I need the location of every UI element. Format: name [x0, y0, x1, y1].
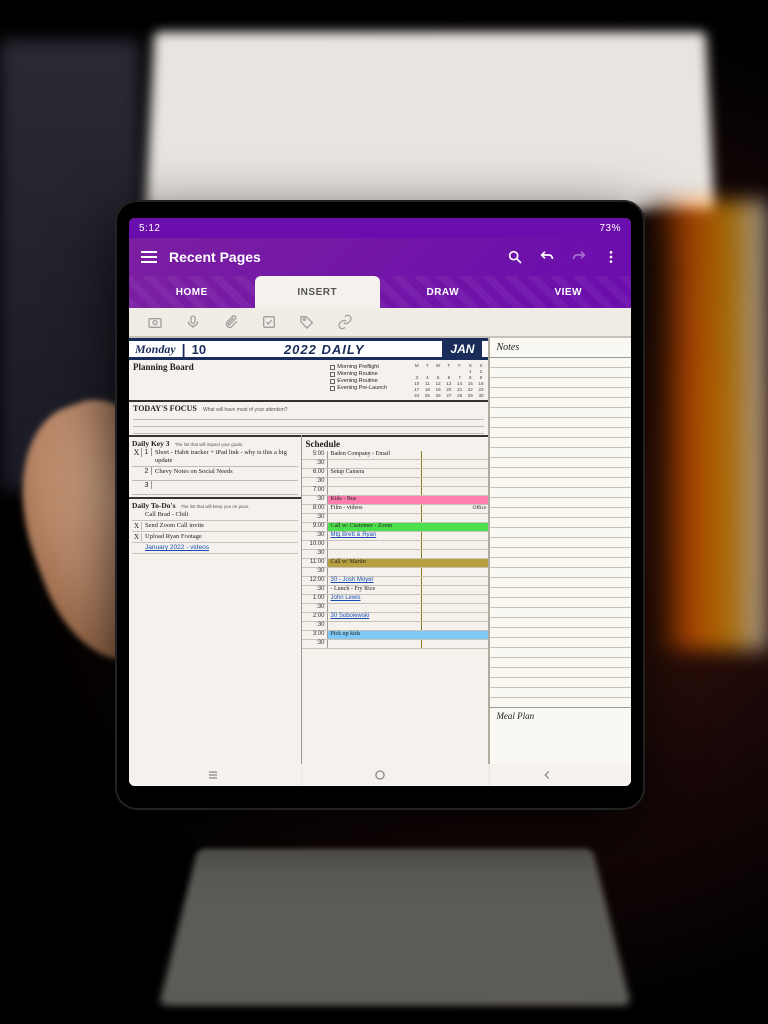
mic-icon[interactable] [185, 314, 201, 330]
tablet-screen: 5:12 73% Recent Pages H [129, 218, 631, 786]
insert-toolbar [129, 308, 631, 338]
schedule-slot[interactable]: 11:00Call w/ Martin [302, 559, 489, 568]
notes-page: Notes Meal Plan [490, 338, 631, 786]
todo-row[interactable]: Call Brad - Chili [132, 510, 298, 521]
tablet-device: 5:12 73% Recent Pages H [115, 200, 645, 810]
checkbox-icon[interactable] [261, 314, 277, 330]
schedule-slot[interactable]: :30 [302, 460, 489, 469]
date-banner: Monday | 10 2022 DAILY JAN [129, 338, 488, 360]
routine-checklist: Morning Preflight Morning Routine Evenin… [330, 360, 409, 400]
schedule-slot[interactable]: 5:00Baden Company - Email [302, 451, 489, 460]
camera-icon[interactable] [147, 314, 163, 330]
schedule-slot[interactable]: 3:00Pick up kids [302, 631, 489, 640]
schedule-slot[interactable]: 9:00Call w/ Customer - Zoom [302, 523, 489, 532]
schedule-slot[interactable]: 1:00John Lewis [302, 595, 489, 604]
menu-icon[interactable] [141, 251, 157, 263]
weekday: Monday [135, 342, 176, 357]
ribbon-tabs: HOME INSERT DRAW VIEW [129, 276, 631, 308]
key3-row[interactable]: 2Chevy Notes on Social Needs [132, 467, 298, 481]
schedule-slot[interactable]: :30 [302, 640, 489, 649]
search-icon[interactable] [507, 249, 523, 265]
redo-icon[interactable] [571, 249, 587, 265]
notes-heading: Notes [490, 338, 631, 358]
schedule-slot[interactable]: :30Kids - Bus [302, 496, 489, 505]
key3-row[interactable]: 3 [132, 481, 298, 495]
schedule-slot[interactable]: 10:00 [302, 541, 489, 550]
android-status-bar: 5:12 73% [129, 218, 631, 238]
app-title: Recent Pages [169, 249, 495, 265]
schedule-slot[interactable]: 2:0030 Sobolewski [302, 613, 489, 622]
schedule-column: Schedule 5:00Baden Company - Email:306:0… [302, 435, 489, 786]
more-icon[interactable] [603, 249, 619, 265]
daily-todos: Daily To-Do's The list that will keep yo… [129, 497, 301, 556]
recents-button[interactable] [206, 768, 220, 782]
planning-board: Planning Board [129, 360, 330, 400]
schedule-slot[interactable]: :30 [302, 550, 489, 559]
android-nav-bar [129, 764, 631, 786]
schedule-slot[interactable]: 8:00Film - videosOffice [302, 505, 489, 514]
schedule-slot[interactable]: 6:00Setup Camera [302, 469, 489, 478]
link-icon[interactable] [337, 314, 353, 330]
schedule-slot[interactable]: :30 [302, 604, 489, 613]
schedule-slot[interactable]: :30 [302, 478, 489, 487]
todo-row[interactable]: XUpload Ryan Footage [132, 532, 298, 543]
schedule-slot[interactable]: :30 [302, 622, 489, 631]
tab-insert[interactable]: INSERT [255, 276, 381, 308]
attach-icon[interactable] [223, 314, 239, 330]
schedule-slot[interactable]: :30- Lunch - Fry Rice [302, 586, 489, 595]
schedule-slot[interactable]: :30 [302, 514, 489, 523]
status-time: 5:12 [139, 223, 160, 234]
month-badge: JAN [442, 340, 482, 358]
todo-row[interactable]: January 2022 - videos [132, 543, 298, 554]
schedule-slot[interactable]: 12:0030 - Josh Moyer [302, 577, 489, 586]
meal-plan-heading: Meal Plan [490, 707, 631, 724]
schedule-slot[interactable]: :30Mtg Brett & Ryan [302, 532, 489, 541]
status-battery: 73% [599, 223, 621, 234]
schedule-slot[interactable]: 7:00 [302, 487, 489, 496]
key3-row[interactable]: X1Short - Habit tracker + iPad link - wh… [132, 448, 298, 467]
home-button[interactable] [373, 768, 387, 782]
todays-focus: TODAY'S FOCUS What will have most of you… [129, 400, 488, 435]
schedule-slot[interactable]: :30 [302, 568, 489, 577]
year-title: 2022 DAILY [206, 342, 442, 357]
app-header: Recent Pages [129, 238, 631, 276]
tab-home[interactable]: HOME [129, 276, 255, 308]
planner-page[interactable]: Monday | 10 2022 DAILY JAN Planning Boar… [129, 338, 631, 786]
tag-icon[interactable] [299, 314, 315, 330]
tab-view[interactable]: VIEW [506, 276, 632, 308]
tab-draw[interactable]: DRAW [380, 276, 506, 308]
date-number: 10 [192, 342, 206, 357]
back-button[interactable] [540, 768, 554, 782]
todo-row[interactable]: XSend Zoom Call invite [132, 521, 298, 532]
mini-calendar[interactable]: MTWTFSS 12 3456789 10111213141516 171819… [409, 360, 488, 400]
notes-lines[interactable] [490, 358, 631, 707]
daily-key-3: Daily Key 3 The list that will impact yo… [129, 435, 301, 497]
undo-icon[interactable] [539, 249, 555, 265]
